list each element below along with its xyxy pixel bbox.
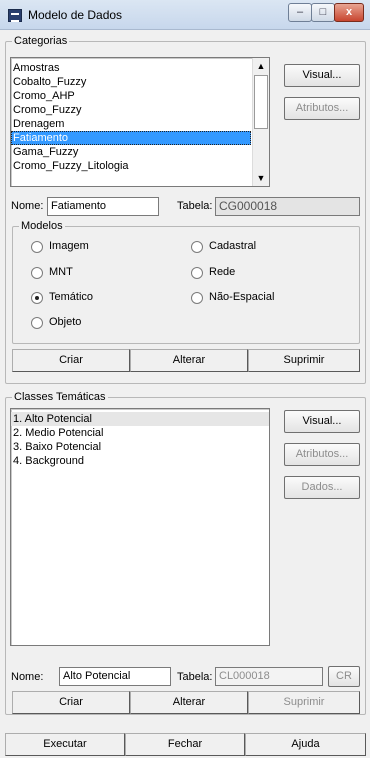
close-button[interactable]: x [334, 3, 364, 22]
window-title: Modelo de Dados [28, 8, 123, 22]
categoria-tabela-label: Tabela: [177, 200, 213, 212]
classes-visual-button[interactable]: Visual... [284, 410, 360, 433]
categorias-list: Amostras Cobalto_Fuzzy Cromo_AHP Cromo_Fuzz… [11, 58, 251, 173]
classe-cr-button[interactable]: CR [328, 666, 360, 687]
scroll-up-arrow-icon[interactable]: ▲ [253, 58, 269, 74]
ajuda-button[interactable]: Ajuda [245, 733, 366, 756]
radio-nao-espacial-label: Não-Espacial [209, 291, 275, 303]
list-item[interactable]: 2. Medio Potencial [11, 426, 269, 440]
classe-nome-input[interactable]: Alto Potencial [59, 667, 171, 686]
executar-button[interactable]: Executar [5, 733, 125, 756]
radio-rede-dot [191, 267, 203, 279]
list-item[interactable]: Cromo_Fuzzy_Litologia [11, 159, 251, 173]
categorias-visual-button[interactable]: Visual... [284, 64, 360, 87]
radio-rede-label: Rede [209, 266, 236, 278]
maximize-button[interactable]: □ [311, 3, 335, 22]
radio-tematico-label: Temático [49, 291, 94, 303]
classes-listbox[interactable]: 1. Alto Potencial 2. Medio Potencial 3. Ba… [10, 408, 270, 646]
categoria-nome-label: Nome: [11, 200, 44, 212]
classe-tabela-label: Tabela: [177, 671, 213, 683]
classes-group-label: Classes Temáticas [12, 391, 108, 403]
modelos-group-label: Modelos [19, 220, 65, 232]
classe-tabela-input[interactable]: CL000018 [215, 667, 323, 686]
list-item[interactable]: 3. Baixo Potencial [11, 440, 269, 454]
categoria-tabela-input[interactable]: CG000018 [215, 197, 360, 216]
title-bar: Modelo de Dados – □ x [0, 0, 370, 30]
radio-mnt-dot [31, 267, 43, 279]
categoria-criar-button[interactable]: Criar [12, 349, 130, 372]
categorias-group-label: Categorias [12, 35, 70, 47]
classe-alterar-button[interactable]: Alterar [130, 691, 248, 714]
classe-suprimir-button[interactable]: Suprimir [248, 691, 360, 714]
radio-nao-espacial-dot [191, 292, 203, 304]
list-item[interactable]: Gama_Fuzzy [11, 145, 251, 159]
classe-nome-label: Nome: [11, 671, 44, 683]
list-item[interactable]: Cromo_Fuzzy [11, 103, 251, 117]
classe-criar-button[interactable]: Criar [12, 691, 130, 714]
classes-atributos-button[interactable]: Atributos... [284, 443, 360, 466]
radio-imagem-dot [31, 241, 43, 253]
radio-mnt-label: MNT [49, 266, 73, 278]
radio-objeto-label: Objeto [49, 316, 82, 328]
app-icon [8, 9, 22, 22]
list-item[interactable]: Cobalto_Fuzzy [11, 75, 251, 89]
list-item[interactable]: 1. Alto Potencial [11, 412, 269, 426]
list-item[interactable]: Drenagem [11, 117, 251, 131]
minimize-button[interactable]: – [288, 3, 312, 22]
radio-cadastral-dot [191, 241, 203, 253]
list-item[interactable]: Fatiamento [11, 131, 251, 145]
scroll-down-arrow-icon[interactable]: ▼ [253, 170, 269, 186]
radio-imagem-label: Imagem [49, 240, 89, 252]
categorias-atributos-button[interactable]: Atributos... [284, 97, 360, 120]
classes-dados-button[interactable]: Dados... [284, 476, 360, 499]
classes-list: 1. Alto Potencial 2. Medio Potencial 3. Ba… [11, 409, 269, 468]
categoria-nome-input[interactable]: Fatiamento [47, 197, 159, 216]
radio-cadastral-label: Cadastral [209, 240, 257, 252]
list-item[interactable]: Cromo_AHP [11, 89, 251, 103]
fechar-button[interactable]: Fechar [125, 733, 245, 756]
categoria-suprimir-button[interactable]: Suprimir [248, 349, 360, 372]
categoria-alterar-button[interactable]: Alterar [130, 349, 248, 372]
list-item[interactable]: 4. Background [11, 454, 269, 468]
radio-tematico-dot [31, 292, 43, 304]
scroll-thumb[interactable] [254, 75, 268, 129]
list-item[interactable]: Amostras [11, 61, 251, 75]
categorias-scrollbar[interactable]: ▲ ▼ [252, 58, 269, 186]
categorias-listbox[interactable]: Amostras Cobalto_Fuzzy Cromo_AHP Cromo_Fuzz… [10, 57, 270, 187]
radio-objeto-dot [31, 317, 43, 329]
